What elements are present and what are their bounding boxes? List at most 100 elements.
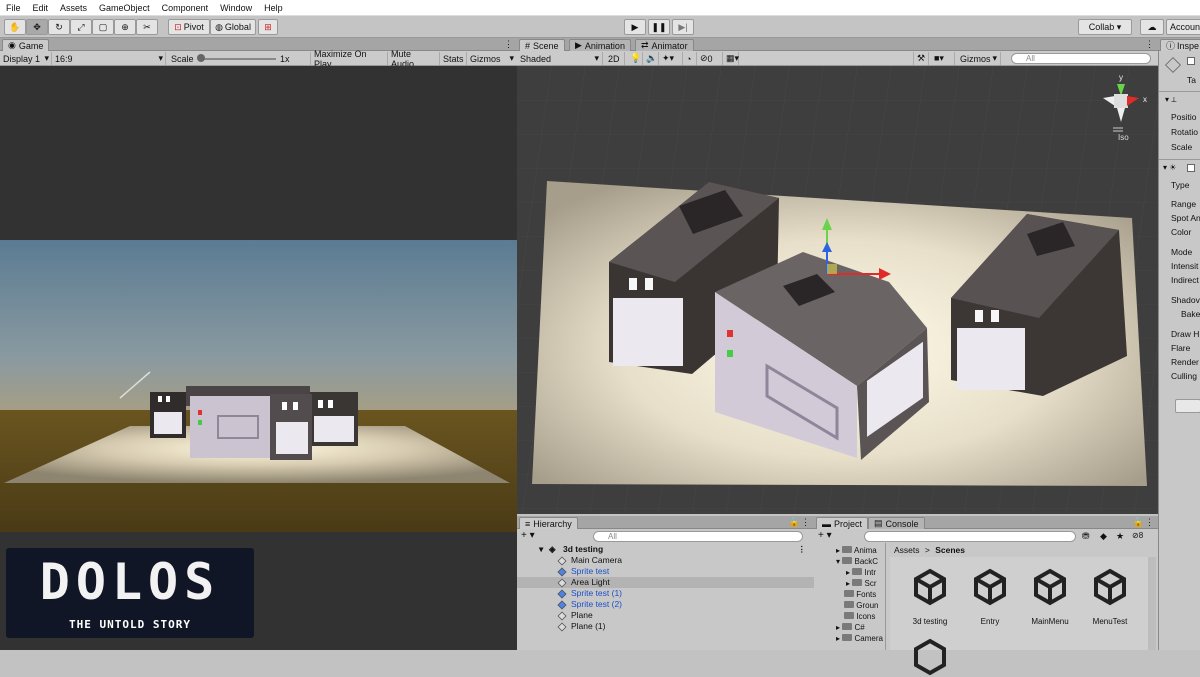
panel-menu-icon[interactable]: ⋮ <box>1145 39 1154 50</box>
scale-slider-track[interactable] <box>198 58 276 60</box>
unity-scene-icon[interactable] <box>910 567 950 607</box>
tools-icon[interactable]: ⚒ <box>913 52 929 65</box>
unity-scene-icon[interactable] <box>1090 567 1130 607</box>
tab-project[interactable]: ▬ Project <box>816 517 869 529</box>
step-button[interactable]: ▶| <box>672 19 694 35</box>
transform-tool-icon[interactable]: ⊕ <box>114 19 136 35</box>
shading-dropdown[interactable]: Shaded ▾ <box>517 52 603 65</box>
menu-assets[interactable]: Assets <box>54 3 93 13</box>
hidden-packages-toggle[interactable]: ⊘8 <box>1132 531 1143 540</box>
lighting-icon[interactable]: 💡 <box>627 52 643 65</box>
scale-slider-thumb[interactable] <box>197 54 205 62</box>
maximize-on-play-toggle[interactable]: Maximize On Play <box>310 49 388 69</box>
hierarchy-row[interactable]: Sprite test <box>517 566 814 577</box>
asset-scrollbar[interactable] <box>1148 557 1156 650</box>
menu-window[interactable]: Window <box>214 3 258 13</box>
account-button[interactable]: Accoun <box>1166 19 1200 35</box>
menu-help[interactable]: Help <box>258 3 289 13</box>
game-box-center <box>186 386 312 460</box>
menu-component[interactable]: Component <box>156 3 215 13</box>
tab-animator[interactable]: ⇄ Animator <box>635 39 694 51</box>
menu-file[interactable]: File <box>0 3 27 13</box>
tree-item[interactable]: Groun <box>844 601 878 610</box>
mode-2d-toggle[interactable]: 2D <box>605 52 625 65</box>
tree-item[interactable]: ▸ Intr <box>846 568 876 577</box>
hierarchy-row[interactable]: Sprite test (2) <box>517 599 814 610</box>
light-foldout-icon[interactable]: ▾ ☀ <box>1163 163 1176 172</box>
filter-label-icon[interactable]: ◆ <box>1100 531 1107 542</box>
tab-inspector[interactable]: ⓘ Inspe <box>1160 39 1200 51</box>
hidden-objects-toggle[interactable]: ⊘ 0 <box>697 52 723 65</box>
breadcrumb-leaf[interactable]: Scenes <box>935 545 965 555</box>
lock-icon[interactable]: 🔒 <box>789 517 800 528</box>
project-search-input[interactable] <box>864 531 1076 542</box>
aspect-dropdown[interactable]: 16:9 ▾ <box>52 52 166 65</box>
tab-game[interactable]: ◉ Game <box>2 39 50 51</box>
panel-menu-icon[interactable]: ⋮ <box>1145 517 1154 528</box>
rotate-tool-icon[interactable]: ↻ <box>48 19 70 35</box>
projection-label[interactable]: Iso <box>1118 133 1129 142</box>
display-dropdown[interactable]: Display 1 ▾ <box>0 52 52 65</box>
pivot-toggle[interactable]: ⊡ Pivot <box>168 19 210 35</box>
unity-scene-icon[interactable] <box>970 567 1010 607</box>
panel-menu-icon[interactable]: ⋮ <box>504 39 513 50</box>
hierarchy-row[interactable]: Main Camera <box>517 555 814 566</box>
cloud-icon[interactable]: ☁ <box>1140 19 1164 35</box>
hierarchy-row[interactable]: Sprite test (1) <box>517 588 814 599</box>
unity-scene-icon[interactable] <box>1030 567 1070 607</box>
effects-icon[interactable]: ✦▾ <box>659 52 683 65</box>
add-component-button[interactable] <box>1175 399 1200 413</box>
tree-item[interactable]: Fonts <box>844 590 876 599</box>
active-checkbox[interactable] <box>1187 57 1195 65</box>
scene-view[interactable]: y x Iso <box>517 66 1158 514</box>
global-toggle[interactable]: ◍ Global <box>210 19 256 35</box>
hand-tool-icon[interactable]: ✋ <box>4 19 26 35</box>
hierarchy-tabbar: ≡ Hierarchy 🔒 ⋮ <box>517 516 814 529</box>
breadcrumb-root[interactable]: Assets <box>894 545 920 555</box>
scene-menu-icon[interactable]: ⋮ <box>798 544 807 555</box>
scene-gizmos-dropdown[interactable]: Gizmos ▾ <box>957 52 1001 65</box>
filter-type-icon[interactable]: ⛃ <box>1082 531 1090 542</box>
lock-icon[interactable]: 🔒 <box>1133 517 1144 528</box>
tree-item[interactable]: ▸ Scr <box>846 579 876 588</box>
play-button[interactable]: ▶ <box>624 19 646 35</box>
scene-root-row[interactable]: ▾ ◈ 3d testing ⋮ <box>517 544 814 555</box>
hierarchy-row[interactable]: Plane <box>517 610 814 621</box>
unity-scene-icon[interactable] <box>910 637 950 677</box>
tree-item[interactable]: ▸ Anima <box>836 546 877 555</box>
custom-tool-icon[interactable]: ✂ <box>136 19 158 35</box>
tree-item[interactable]: Icons <box>844 612 875 621</box>
grid-icon[interactable]: ▦▾ <box>723 52 739 65</box>
create-button[interactable]: + ▾ <box>521 530 535 541</box>
tab-hierarchy[interactable]: ≡ Hierarchy <box>519 517 578 529</box>
tree-item[interactable]: ▸ C# <box>836 623 865 632</box>
folder-tree: ▸ Anima ▾ BackC ▸ Intr ▸ Scr Fonts Groun… <box>814 543 886 650</box>
audio-icon[interactable]: 🔈 <box>643 52 659 65</box>
menu-edit[interactable]: Edit <box>27 3 55 13</box>
stats-toggle[interactable]: Stats <box>440 52 467 65</box>
project-create-button[interactable]: + ▾ <box>818 530 832 541</box>
move-tool-icon[interactable]: ✥ <box>26 19 48 35</box>
tab-scene[interactable]: # Scene <box>519 39 565 51</box>
rect-tool-icon[interactable]: ▢ <box>92 19 114 35</box>
camera-icon[interactable]: ■▾ <box>931 52 955 65</box>
tab-animation[interactable]: ▶ Animation <box>569 39 631 51</box>
light-enabled-checkbox[interactable] <box>1187 164 1195 172</box>
scale-tool-icon[interactable]: ⤢ <box>70 19 92 35</box>
tab-console[interactable]: ▤ Console <box>868 517 925 529</box>
menu-gameobject[interactable]: GameObject <box>93 3 156 13</box>
hierarchy-search-input[interactable]: All <box>593 531 803 542</box>
game-gizmos-dropdown[interactable]: Gizmos ▾ <box>467 52 517 65</box>
favorite-star-icon[interactable]: ★ <box>1116 531 1124 542</box>
mute-audio-toggle[interactable]: Mute Audio <box>388 49 440 69</box>
hierarchy-row[interactable]: Area Light <box>517 577 814 588</box>
scene-search-input[interactable]: All <box>1011 53 1151 64</box>
collab-button[interactable]: Collab ▾ <box>1078 19 1132 35</box>
hierarchy-row[interactable]: Plane (1) <box>517 621 814 632</box>
tree-item[interactable]: ▸ Camera <box>836 634 883 643</box>
visibility-icon[interactable]: ◔ <box>683 52 697 65</box>
tree-item[interactable]: ▾ BackC <box>836 557 878 566</box>
grid-snap-icon[interactable]: ⊞ <box>258 19 278 35</box>
panel-menu-icon[interactable]: ⋮ <box>801 517 810 528</box>
pause-button[interactable]: ❚❚ <box>648 19 670 35</box>
